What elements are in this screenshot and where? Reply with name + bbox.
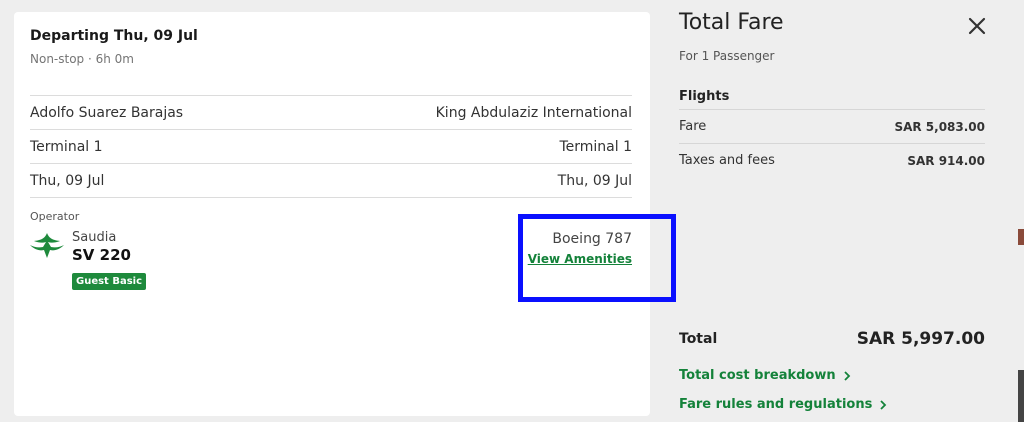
chevron-right-icon	[843, 370, 850, 381]
airport-row: Adolfo Suarez Barajas King Abdulaziz Int…	[30, 95, 632, 129]
fare-class-badge: Guest Basic	[72, 273, 147, 290]
date-row: Thu, 09 Jul Thu, 09 Jul	[30, 163, 632, 197]
passenger-count: For 1 Passenger	[679, 49, 775, 63]
breakdown-link-label: Total cost breakdown	[679, 368, 836, 383]
close-icon[interactable]	[963, 12, 991, 40]
flight-number: SV 220	[72, 246, 131, 264]
origin-airport: Adolfo Suarez Barajas	[30, 104, 184, 121]
fare-rules-link[interactable]: Fare rules and regulations	[679, 397, 888, 412]
total-label: Total	[679, 331, 718, 347]
fare-label: Fare	[679, 119, 707, 134]
departure-date: Thu, 09 Jul	[30, 172, 105, 189]
fare-rules-link-label: Fare rules and regulations	[679, 397, 873, 412]
highlight-box	[518, 214, 676, 302]
total-row: Total SAR 5,997.00	[679, 329, 985, 349]
saudia-logo-icon	[30, 233, 64, 258]
flights-section-heading: Flights	[679, 89, 730, 104]
operator-label: Operator	[30, 210, 80, 223]
destination-terminal: Terminal 1	[559, 138, 632, 155]
fare-panel: Total Fare For 1 Passenger Flights Fare …	[663, 0, 1024, 422]
taxes-label: Taxes and fees	[679, 153, 775, 168]
departure-heading: Departing Thu, 09 Jul	[30, 28, 198, 44]
destination-airport: King Abdulaziz International	[435, 104, 632, 121]
fare-row: Fare SAR 5,083.00	[679, 109, 985, 143]
total-cost-breakdown-link[interactable]: Total cost breakdown	[679, 368, 852, 383]
taxes-value: SAR 914.00	[907, 153, 985, 168]
total-value: SAR 5,997.00	[856, 329, 985, 349]
origin-terminal: Terminal 1	[30, 138, 103, 155]
arrival-date: Thu, 09 Jul	[557, 172, 632, 189]
chevron-right-icon	[880, 399, 887, 410]
background-edge	[1018, 370, 1024, 422]
flight-summary: Non-stop · 6h 0m	[30, 52, 134, 66]
fare-value: SAR 5,083.00	[894, 119, 985, 134]
divider	[30, 197, 632, 198]
fare-title: Total Fare	[679, 10, 784, 35]
terminal-row: Terminal 1 Terminal 1	[30, 129, 632, 163]
airline-name: Saudia	[72, 230, 117, 245]
background-edge	[1018, 229, 1024, 245]
taxes-row: Taxes and fees SAR 914.00	[679, 143, 985, 177]
